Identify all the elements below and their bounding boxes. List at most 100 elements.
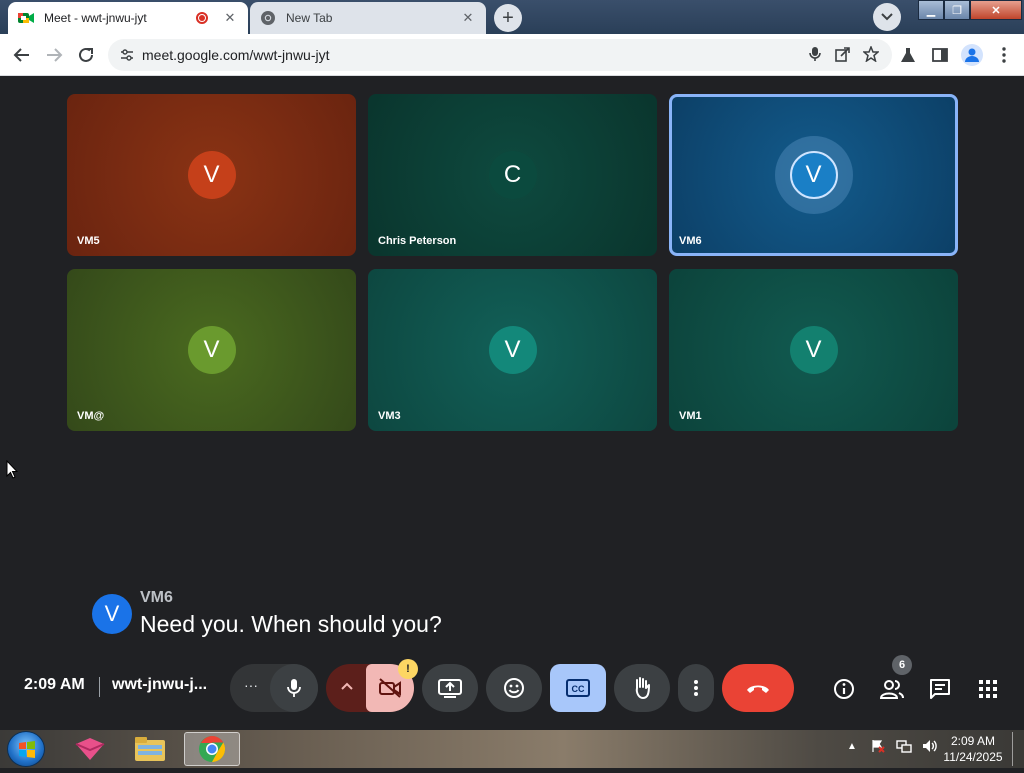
people-button[interactable]	[879, 676, 905, 702]
participant-avatar: V	[488, 326, 537, 374]
more-options-button[interactable]	[678, 664, 714, 712]
participant-tile-vm6[interactable]: V VM6	[669, 94, 958, 256]
participant-avatar: V	[187, 151, 236, 199]
closed-captions-icon: CC	[566, 679, 590, 697]
close-window-button[interactable]: ✕	[970, 0, 1022, 20]
taskbar-app-chrome[interactable]	[184, 732, 240, 766]
windows-logo-icon	[19, 741, 35, 758]
raise-hand-icon	[635, 677, 650, 700]
participant-avatar: V	[789, 326, 838, 374]
action-center-flag-icon[interactable]	[870, 738, 886, 754]
participant-tile-vm1[interactable]: V VM1	[669, 269, 958, 431]
volume-icon[interactable]	[922, 738, 938, 754]
participant-avatar: C	[488, 151, 537, 199]
browser-titlebar: Meet - wwt-jnwu-jyt ✕ New Tab ✕ + ▁ ❐ ✕	[0, 0, 1024, 34]
taskbar-app-paint[interactable]	[62, 732, 118, 766]
caption-text: Need you. When should you?	[140, 611, 442, 637]
raise-hand-button[interactable]	[614, 664, 670, 712]
address-bar[interactable]: meet.google.com/wwt-jnwu-jyt	[108, 39, 892, 71]
folder-icon	[135, 737, 165, 761]
system-tray: ▲	[844, 738, 938, 754]
microphone-control-group: ···	[230, 664, 318, 712]
chrome-icon	[199, 735, 226, 763]
tab-close-icon[interactable]: ✕	[222, 10, 238, 26]
arrow-left-icon	[13, 48, 29, 62]
participant-tile-chris-peterson[interactable]: C Chris Peterson	[368, 94, 657, 256]
more-vertical-icon	[694, 680, 698, 696]
bookmark-star-icon[interactable]	[862, 45, 880, 63]
chrome-icon	[260, 10, 276, 26]
audio-options-icon[interactable]: ···	[244, 677, 258, 693]
tab-title: Meet - wwt-jnwu-jyt	[44, 11, 147, 25]
tab-close-icon[interactable]: ✕	[460, 10, 476, 26]
taskbar-app-file-explorer[interactable]	[122, 732, 178, 766]
svg-text:CC: CC	[572, 684, 585, 694]
activities-button[interactable]	[975, 676, 1001, 702]
window-controls: ▁ ❐ ✕	[918, 0, 1022, 20]
present-screen-button[interactable]	[422, 664, 478, 712]
participant-tile-vm3[interactable]: V VM3	[368, 269, 657, 431]
browser-toolbar: meet.google.com/wwt-jnwu-jyt	[0, 34, 1024, 76]
info-icon	[834, 679, 854, 699]
start-button[interactable]	[7, 731, 45, 767]
taskbar-date: 11/24/2025	[943, 750, 1003, 764]
tab-new-tab[interactable]: New Tab ✕	[250, 2, 486, 34]
participant-name: Chris Peterson	[378, 235, 457, 247]
hang-up-icon	[747, 685, 769, 693]
network-icon[interactable]	[896, 738, 912, 754]
video-options-button[interactable]	[340, 678, 354, 696]
maximize-button[interactable]: ❐	[944, 0, 970, 20]
meeting-clock: 2:09 AM	[24, 676, 85, 693]
participant-avatar: V	[187, 326, 236, 374]
captions-button[interactable]: CC	[550, 664, 606, 712]
tab-search-button[interactable]	[873, 3, 901, 31]
participant-name: VM1	[679, 410, 702, 422]
participant-avatar: V	[789, 151, 838, 199]
caption-speaker-name: VM6	[140, 589, 173, 606]
camera-off-icon	[379, 678, 401, 698]
chat-icon	[930, 679, 950, 699]
emoji-icon	[504, 678, 524, 698]
profile-avatar-icon[interactable]	[960, 43, 984, 67]
caption-speaker-avatar: V	[92, 594, 132, 634]
participant-name: VM3	[378, 410, 401, 422]
microphone-icon[interactable]	[806, 45, 824, 63]
share-icon[interactable]	[834, 45, 852, 63]
back-button[interactable]	[10, 43, 34, 67]
app-icon	[75, 738, 105, 760]
chat-button[interactable]	[927, 676, 953, 702]
tab-meet[interactable]: Meet - wwt-jnwu-jyt ✕	[8, 2, 248, 34]
present-screen-icon	[438, 679, 462, 698]
participant-tile-vm-at[interactable]: V VM@	[67, 269, 356, 431]
new-tab-button[interactable]: +	[494, 4, 522, 32]
leave-call-button[interactable]	[722, 664, 794, 712]
camera-warning-badge: !	[398, 659, 418, 679]
microphone-button[interactable]	[270, 664, 318, 712]
people-icon	[880, 680, 904, 699]
meeting-details-button[interactable]	[831, 676, 857, 702]
extension-flask-icon[interactable]	[896, 43, 920, 67]
recording-indicator-icon	[196, 12, 208, 24]
mouse-cursor-icon	[6, 459, 19, 485]
participant-name: VM6	[679, 235, 702, 247]
taskbar-clock[interactable]: 2:09 AM 11/24/2025	[938, 733, 1008, 765]
chevron-up-icon	[341, 682, 353, 690]
participant-name: VM@	[77, 410, 105, 422]
microphone-icon	[287, 679, 301, 697]
meeting-code[interactable]: wwt-jnwu-j...	[112, 676, 207, 694]
browser-menu-icon[interactable]	[992, 43, 1016, 67]
reactions-button[interactable]	[486, 664, 542, 712]
show-desktop-button[interactable]	[1012, 732, 1022, 766]
meet-stage: V VM5 C Chris Peterson V VM6 V VM@ V VM3…	[0, 77, 1024, 730]
reload-button[interactable]	[74, 43, 98, 67]
forward-button[interactable]	[42, 43, 66, 67]
minimize-button[interactable]: ▁	[918, 0, 944, 20]
participant-count-badge: 6	[892, 655, 912, 675]
show-hidden-icons-icon[interactable]: ▲	[844, 738, 860, 754]
tab-title: New Tab	[286, 11, 333, 25]
site-info-icon[interactable]	[120, 48, 134, 62]
participant-tile-vm5[interactable]: V VM5	[67, 94, 356, 256]
reload-icon	[79, 47, 93, 62]
chevron-down-icon	[881, 13, 893, 21]
side-panel-icon[interactable]	[928, 43, 952, 67]
